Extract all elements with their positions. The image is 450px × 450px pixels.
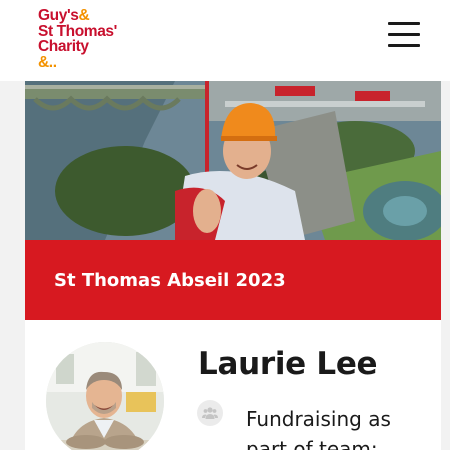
event-card: St Thomas Abseil 2023 Laurie Lee Fundrai…	[25, 81, 441, 450]
fundraiser-photo	[46, 342, 164, 450]
page: Guy's& St Thomas' Charity &.. St Thomas …	[0, 0, 450, 450]
avatar	[46, 342, 164, 450]
fundraiser-name: Laurie Lee	[198, 346, 378, 382]
event-title: St Thomas Abseil 2023	[54, 269, 286, 291]
hamburger-menu-icon[interactable]	[388, 22, 420, 48]
event-title-banner: St Thomas Abseil 2023	[25, 240, 441, 320]
charity-logo[interactable]: Guy's& St Thomas' Charity &..	[0, 0, 125, 81]
hero-image	[25, 81, 441, 240]
fundraiser-profile: Laurie Lee Fundraising as part of team:	[25, 320, 441, 450]
site-header: Guy's& St Thomas' Charity &..	[0, 0, 450, 81]
abseil-photo	[25, 81, 441, 240]
fundraising-status: Fundraising as part of team:	[246, 407, 391, 450]
team-people-icon	[197, 400, 223, 426]
